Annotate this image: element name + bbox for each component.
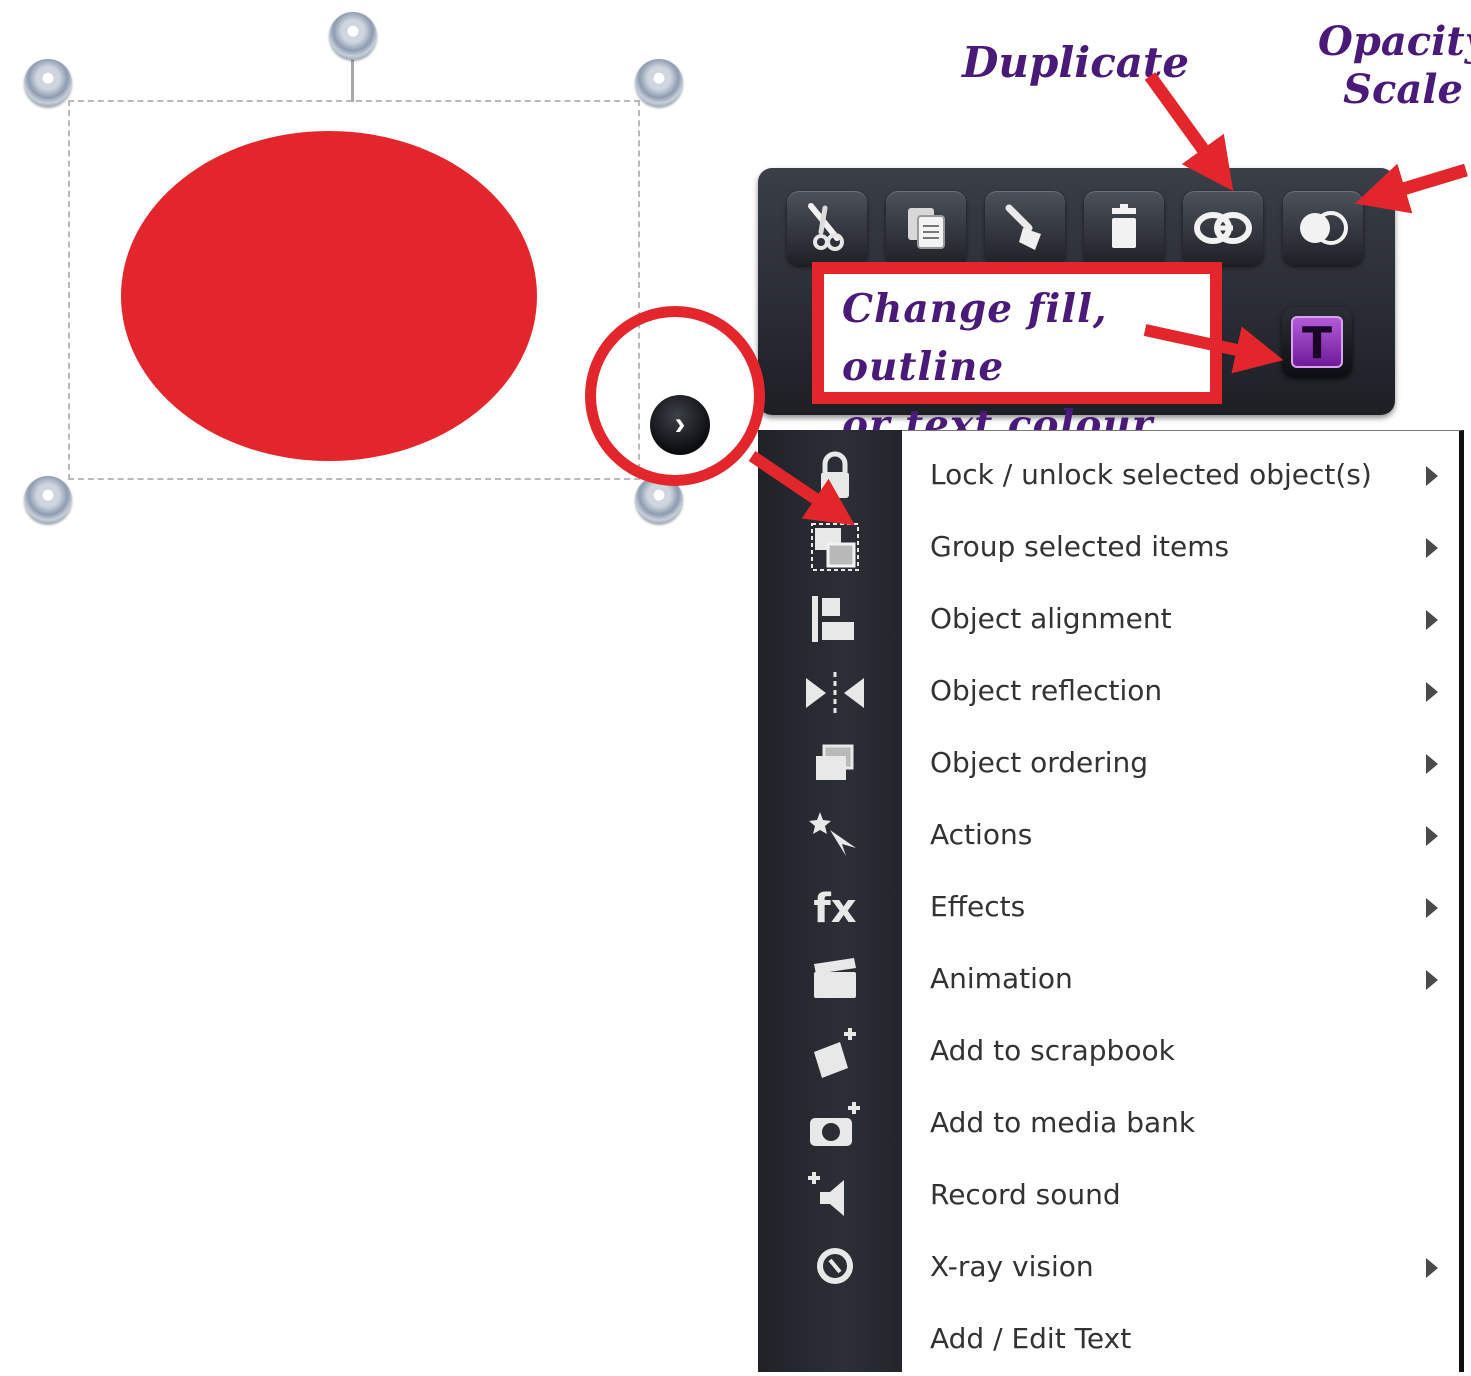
opacity-arrow [1355, 163, 1468, 214]
menu-item-object-ordering[interactable]: Object ordering [902, 728, 1460, 800]
menu-item-label: Add to scrapbook [930, 1034, 1175, 1067]
menu-item-add-to-scrapbook[interactable]: Add to scrapbook [902, 1016, 1460, 1088]
submenu-arrow-icon [1426, 826, 1438, 846]
submenu-arrow-icon [1426, 610, 1438, 630]
menu-item-label: Add to media bank [930, 1106, 1196, 1139]
menu-item-lock-unlock-selected-object-s[interactable]: Lock / unlock selected object(s) [902, 440, 1460, 512]
menu-item-label: Object ordering [930, 746, 1149, 779]
duplicate-arrow [1144, 72, 1234, 192]
menu-item-label: Record sound [930, 1178, 1121, 1211]
submenu-arrow-icon [1426, 754, 1438, 774]
submenu-arrow-icon [1426, 682, 1438, 702]
menu-item-add-edit-text[interactable]: Add / Edit Text [902, 1304, 1460, 1376]
menu-item-actions[interactable]: Actions [902, 800, 1460, 872]
submenu-arrow-icon [1426, 970, 1438, 990]
menu-item-group-selected-items[interactable]: Group selected items [902, 512, 1460, 584]
menu-item-record-sound[interactable]: Record sound [902, 1160, 1460, 1232]
menu-item-x-ray-vision[interactable]: X-ray vision [902, 1232, 1460, 1304]
menu-item-label: Actions [930, 818, 1033, 851]
menu-item-animation[interactable]: Animation [902, 944, 1460, 1016]
colour-arrow [1143, 324, 1284, 374]
menu-item-object-alignment[interactable]: Object alignment [902, 584, 1460, 656]
menu-arrow [748, 451, 855, 526]
menu-item-label: Effects [930, 890, 1026, 923]
menu-item-label: Group selected items [930, 530, 1230, 563]
menu-item-label: Lock / unlock selected object(s) [930, 458, 1372, 491]
menu-item-label: Object alignment [930, 602, 1172, 635]
submenu-arrow-icon [1426, 466, 1438, 486]
submenu-arrow-icon [1426, 538, 1438, 558]
submenu-arrow-icon [1426, 898, 1438, 918]
submenu-arrow-icon [1426, 1258, 1438, 1278]
menu-item-effects[interactable]: Effects [902, 872, 1460, 944]
menu-item-label: Object reflection [930, 674, 1163, 707]
menu-item-label: X-ray vision [930, 1250, 1094, 1283]
menu-item-label: Add / Edit Text [930, 1322, 1132, 1355]
menu-item-add-to-media-bank[interactable]: Add to media bank [902, 1088, 1460, 1160]
menu-item-object-reflection[interactable]: Object reflection [902, 656, 1460, 728]
menu-item-label: Animation [930, 962, 1073, 995]
